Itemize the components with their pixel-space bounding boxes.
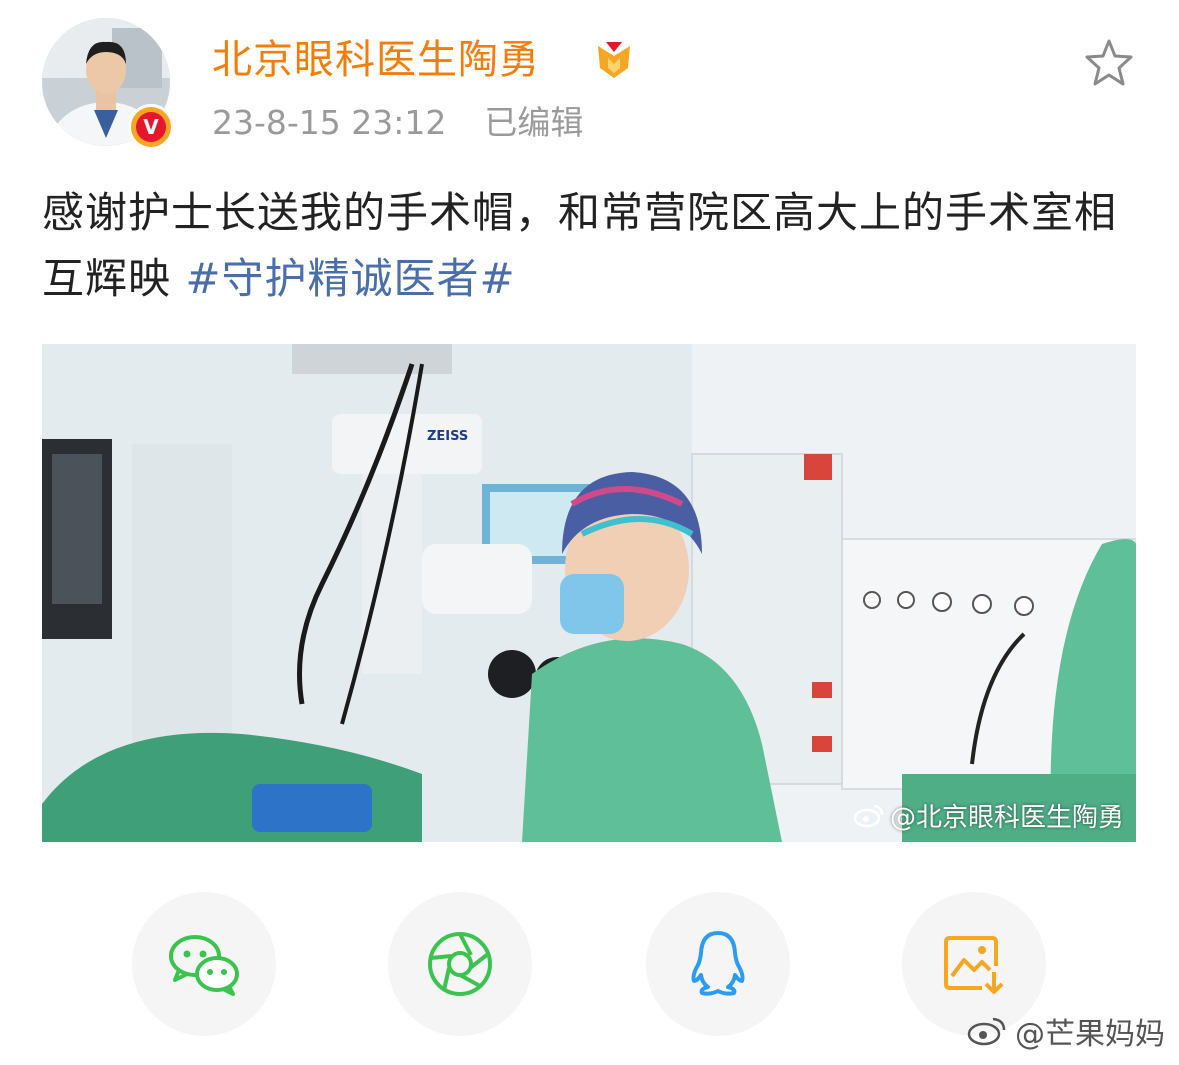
wechat-icon xyxy=(169,935,239,996)
post-photo[interactable]: ZEISS @北京眼科医生陶勇 xyxy=(42,344,1136,842)
favorite-star-icon[interactable] xyxy=(1082,36,1136,90)
qq-icon xyxy=(691,931,745,996)
page-watermark-text: @芒果妈妈 xyxy=(1015,1017,1165,1052)
operating-room-image: ZEISS xyxy=(42,344,1136,842)
medal-icon[interactable] xyxy=(592,38,636,82)
zeiss-logo: ZEISS xyxy=(427,429,468,444)
author-name[interactable]: 北京眼科医生陶勇 xyxy=(212,34,540,86)
moments-icon xyxy=(428,932,492,996)
share-wechat-button[interactable] xyxy=(132,892,276,1036)
weibo-logo-icon xyxy=(853,804,884,827)
verified-badge-icon: V xyxy=(128,104,174,150)
share-qq-button[interactable] xyxy=(646,892,790,1036)
hashtag-link[interactable]: #守护精诚医者# xyxy=(185,254,515,303)
share-moments-button[interactable] xyxy=(388,892,532,1036)
page-watermark: @芒果妈妈 xyxy=(967,1009,1165,1053)
photo-watermark: @北京眼科医生陶勇 xyxy=(853,797,1124,834)
edited-label[interactable]: 已编辑 xyxy=(484,103,583,142)
weibo-logo-icon xyxy=(967,1017,1006,1046)
save-image-icon xyxy=(944,936,1004,994)
post-timestamp: 23-8-15 23:12 xyxy=(212,103,447,142)
post-meta: 23-8-15 23:12 已编辑 xyxy=(212,100,583,146)
photo-watermark-text: @北京眼科医生陶勇 xyxy=(889,803,1124,833)
post-text: 感谢护士长送我的手术帽，和常营院区高大上的手术室相互辉映 #守护精诚医者# xyxy=(42,180,1142,312)
